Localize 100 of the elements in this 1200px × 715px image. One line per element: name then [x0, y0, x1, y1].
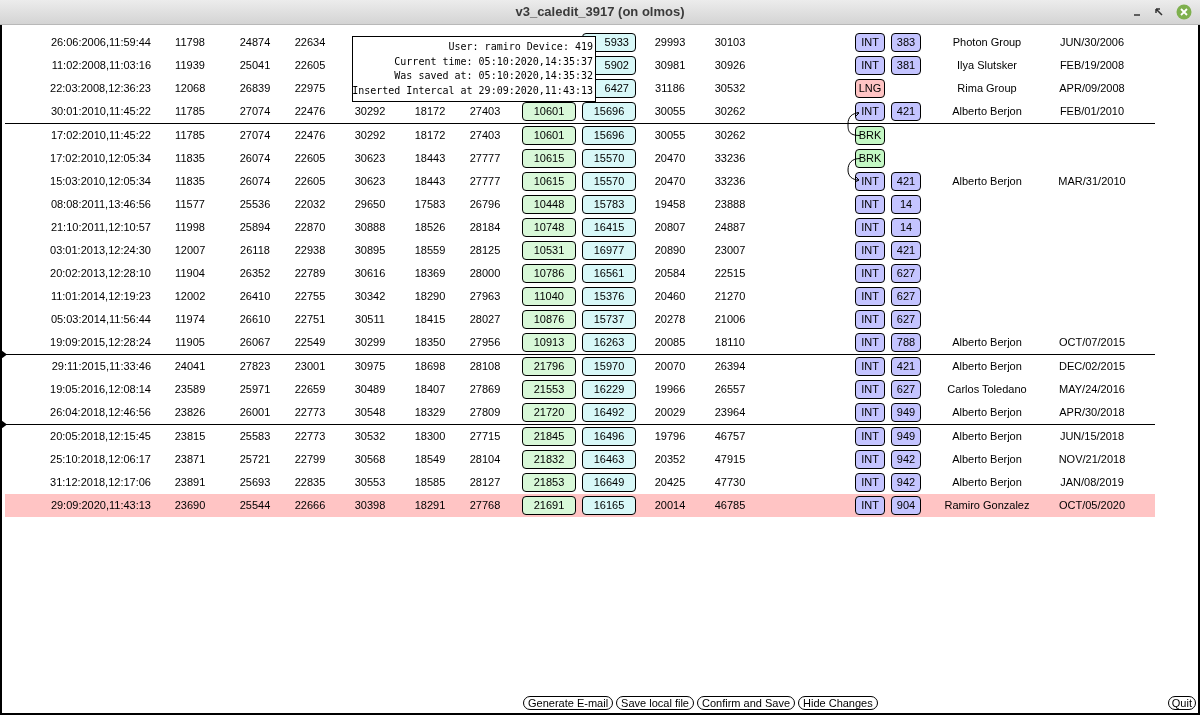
type-tag: INT — [855, 102, 885, 121]
value-cell-text: 28127 — [469, 475, 501, 491]
timestamp-cell-text: 08:08:2011,13:46:56 — [50, 197, 151, 213]
value-cell-text: 20029 — [654, 405, 686, 421]
timestamp-cell-text: 21:10:2011,12:10:57 — [50, 220, 151, 236]
value-cell-text: 20460 — [654, 289, 686, 305]
value-cell: 16229 — [582, 380, 636, 399]
action-button[interactable]: Hide Changes — [798, 696, 878, 710]
type-tag: INT — [855, 33, 885, 52]
value-cell-text: 28125 — [469, 243, 501, 259]
value-cell-text: 27403 — [469, 128, 501, 144]
value-cell-text: 20890 — [654, 243, 686, 259]
value-cell-text: 31186 — [655, 81, 685, 97]
type-tag: INT — [855, 241, 885, 260]
code-tag: 14 — [891, 195, 921, 214]
type-tag: INT — [855, 56, 885, 75]
code-tag: 421 — [891, 172, 921, 191]
value-cell-text: 46785 — [714, 498, 746, 514]
action-button[interactable]: Save local file — [616, 696, 694, 710]
value-cell: 16463 — [582, 450, 636, 469]
value-cell-text: 22773 — [294, 405, 326, 421]
value-cell-text: 11998 — [175, 220, 205, 236]
value-cell: 16263 — [582, 333, 636, 352]
date-cell-text: MAR/31/2010 — [1058, 174, 1126, 190]
value-cell: 16492 — [582, 403, 636, 422]
value-cell-text: 11904 — [175, 266, 205, 282]
value-cell-text: 22938 — [294, 243, 326, 259]
value-cell-text: 30623 — [354, 151, 386, 167]
value-cell-text: 11939 — [175, 58, 205, 74]
value-cell-text: 22032 — [294, 197, 326, 213]
selected-row[interactable]: 29:09:2020,11:43:13 23690 25544 22666 30398 18291 27768 21691 16165 20014 46785 INT 904 Ramiro Gonzalez OCT/05/2020 — [5, 494, 1155, 517]
value-cell-text: 26074 — [239, 151, 271, 167]
value-cell-text: 30895 — [354, 243, 386, 259]
value-cell: 10615 — [522, 172, 576, 191]
value-cell-text: 30511 — [355, 312, 385, 328]
value-cell: 10748 — [522, 218, 576, 237]
value-cell-text: 27809 — [469, 405, 501, 421]
value-cell: 21853 — [522, 473, 576, 492]
value-cell-text: 22666 — [294, 498, 326, 514]
value-cell-text: 22515 — [714, 266, 746, 282]
value-cell-text: 27777 — [469, 174, 501, 190]
date-cell-text: APR/09/2008 — [1059, 81, 1125, 97]
value-cell: 21691 — [522, 496, 576, 515]
code-tag: 421 — [891, 357, 921, 376]
value-cell-text: 29650 — [354, 197, 386, 213]
value-cell-text: 23891 — [174, 475, 206, 491]
value-cell-text: 26410 — [239, 289, 271, 305]
value-cell-text: 30292 — [354, 128, 386, 144]
value-cell-text: 28027 — [469, 312, 501, 328]
action-button[interactable]: Generate E-mail — [523, 696, 614, 710]
value-cell: 15970 — [582, 357, 636, 376]
value-cell-text: 21006 — [714, 312, 746, 328]
value-cell-text: 18407 — [414, 382, 446, 398]
code-tag: 381 — [891, 56, 921, 75]
value-cell-text: 22870 — [294, 220, 326, 236]
action-button[interactable]: Confirm and Save — [696, 696, 795, 710]
value-cell-text: 23690 — [174, 498, 206, 514]
value-cell-text: 22975 — [294, 81, 326, 97]
code-tag: 627 — [891, 310, 921, 329]
name-cell-text: Alberto Berjon — [952, 174, 1022, 190]
value-cell: 21796 — [522, 357, 576, 376]
value-cell: 15696 — [582, 126, 636, 145]
value-cell-text: 22476 — [294, 128, 326, 144]
code-tag: 383 — [891, 33, 921, 52]
value-cell-text: 30616 — [354, 266, 386, 282]
value-cell-text: 20070 — [654, 359, 686, 375]
value-cell-text: 22476 — [294, 104, 326, 120]
value-cell-text: 30888 — [354, 220, 386, 236]
value-cell-text: 20807 — [654, 220, 686, 236]
maximize-icon[interactable] — [1154, 7, 1164, 17]
value-cell: 16415 — [582, 218, 636, 237]
value-cell-text: 22634 — [294, 35, 326, 51]
value-cell: 16165 — [582, 496, 636, 515]
value-cell-text: 23001 — [294, 359, 326, 375]
value-cell: 10448 — [522, 195, 576, 214]
timestamp-cell-text: 31:12:2018,12:17:06 — [50, 475, 151, 491]
value-cell: 10913 — [522, 333, 576, 352]
code-tag: 14 — [891, 218, 921, 237]
value-cell-text: 28108 — [469, 359, 501, 375]
type-tag: INT — [855, 450, 885, 469]
timestamp-cell-text: 25:10:2018,12:06:17 — [50, 452, 151, 468]
value-cell-text: 18585 — [414, 475, 446, 491]
value-cell-text: 24874 — [239, 35, 271, 51]
value-cell: 11040 — [522, 287, 576, 306]
name-cell-text: Ramiro Gonzalez — [944, 498, 1030, 514]
type-tag: BRK — [855, 126, 885, 145]
value-cell-text: 30532 — [714, 81, 746, 97]
close-icon[interactable] — [1176, 4, 1192, 20]
value-cell-text: 22789 — [294, 266, 326, 282]
value-cell-text: 30623 — [354, 174, 386, 190]
quit-button[interactable]: Quit — [1167, 696, 1196, 710]
timestamp-cell-text: 03:01:2013,12:24:30 — [50, 243, 151, 259]
value-cell-text: 30398 — [354, 498, 386, 514]
timestamp-cell-text: 11:02:2008,11:03:16 — [51, 58, 151, 74]
name-cell-text: Alberto Berjon — [952, 405, 1022, 421]
value-cell-text: 18350 — [414, 335, 446, 351]
value-cell-text: 11835 — [175, 151, 205, 167]
date-cell-text: NOV/21/2018 — [1058, 452, 1126, 468]
value-cell-text: 20584 — [654, 266, 686, 282]
value-cell-text: 22605 — [294, 174, 326, 190]
